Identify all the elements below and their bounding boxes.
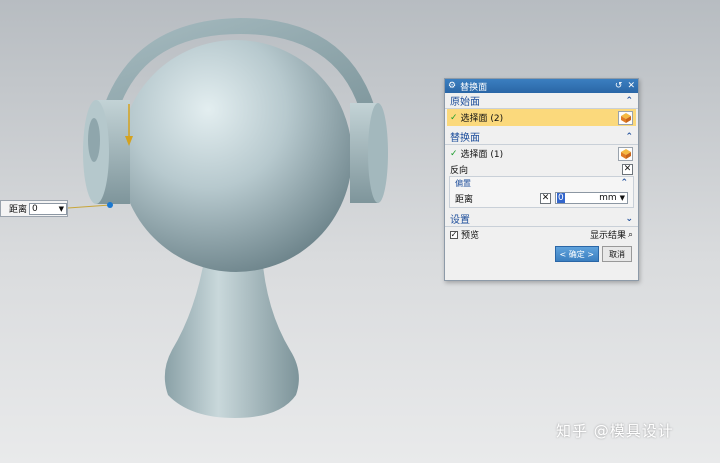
distance-unit: mm <box>599 193 617 203</box>
chevron-down-icon[interactable]: ⌄ <box>625 214 633 224</box>
distance-label: 距离 <box>455 194 474 205</box>
checkmark-icon: ✓ <box>450 112 458 123</box>
chevron-down-icon[interactable]: ▼ <box>620 194 625 202</box>
replace-face-selector[interactable]: ✓ 选择面 (1) <box>445 145 638 162</box>
floating-distance-box: 距离 0 ▼ <box>0 200 68 217</box>
replace-select-label: 选择面 (1) <box>460 150 504 160</box>
section-replace-face[interactable]: 替换面 ⌃ <box>445 129 638 145</box>
ok-button[interactable]: < 确定 > <box>554 246 599 262</box>
cone-base <box>164 255 299 418</box>
section-original-face[interactable]: 原始面 ⌃ <box>445 93 638 109</box>
section-settings[interactable]: 设置 ⌄ <box>445 211 638 227</box>
reverse-row: 反向 ✕ <box>445 162 638 176</box>
offset-group: 偏置 ⌃ 距离 ✕ 0 mm ▼ <box>449 176 634 208</box>
preview-row: ✓ 预览 显示结果 ⌕ <box>445 227 638 242</box>
offset-group-header[interactable]: 偏置 ⌃ <box>450 177 633 189</box>
floating-distance-select[interactable]: 0 ▼ <box>29 202 67 215</box>
dialog-title: 替换面 <box>460 82 488 93</box>
close-icon[interactable]: ✕ <box>627 81 635 91</box>
section-original-title: 原始面 <box>450 97 480 108</box>
preview-label: 预览 <box>461 231 480 241</box>
sphere-head <box>120 40 352 272</box>
watermark: 知乎 @模具设计 <box>556 422 674 440</box>
chevron-up-icon[interactable]: ⌃ <box>620 178 628 188</box>
floating-distance-value: 0 <box>32 203 38 214</box>
drag-handle <box>107 202 113 208</box>
preview-checkbox[interactable]: ✓ <box>450 230 458 239</box>
distance-row: 距离 ✕ 0 mm ▼ <box>450 189 633 207</box>
checkmark-icon: ✓ <box>450 148 458 159</box>
gear-icon[interactable]: ⚙ <box>448 81 456 91</box>
original-select-label: 选择面 (2) <box>460 114 504 124</box>
chevron-up-icon[interactable]: ⌃ <box>625 96 633 106</box>
reverse-direction-icon[interactable]: ✕ <box>622 163 633 175</box>
reset-icon[interactable]: ↺ <box>615 81 623 91</box>
distance-input[interactable]: 0 mm ▼ <box>555 192 628 204</box>
dialog-buttons: < 确定 > 取消 <box>445 242 638 266</box>
cancel-button[interactable]: 取消 <box>602 246 632 262</box>
section-replace-title: 替换面 <box>450 133 480 144</box>
face-select-icon[interactable] <box>618 110 633 125</box>
original-face-selector[interactable]: ✓ 选择面 (2) <box>447 109 636 126</box>
offset-title: 偏置 <box>455 178 471 188</box>
replace-face-dialog: ⚙ 替换面 ↺ ✕ 原始面 ⌃ ✓ 选择面 (2) 替换面 ⌃ ✓ 选择面 (1… <box>444 78 639 281</box>
show-result-label[interactable]: 显示结果 <box>590 228 626 241</box>
face-select-icon[interactable] <box>618 146 633 161</box>
dialog-titlebar: ⚙ 替换面 ↺ ✕ <box>445 79 638 93</box>
floating-distance-label: 距离 <box>9 205 28 215</box>
formula-icon[interactable]: ✕ <box>540 192 551 204</box>
chevron-up-icon[interactable]: ⌃ <box>625 132 633 142</box>
settings-title: 设置 <box>450 215 470 226</box>
chevron-down-icon: ▼ <box>58 204 64 213</box>
search-icon[interactable]: ⌕ <box>628 230 633 240</box>
distance-value: 0 <box>557 193 565 203</box>
reverse-label: 反向 <box>450 165 469 176</box>
